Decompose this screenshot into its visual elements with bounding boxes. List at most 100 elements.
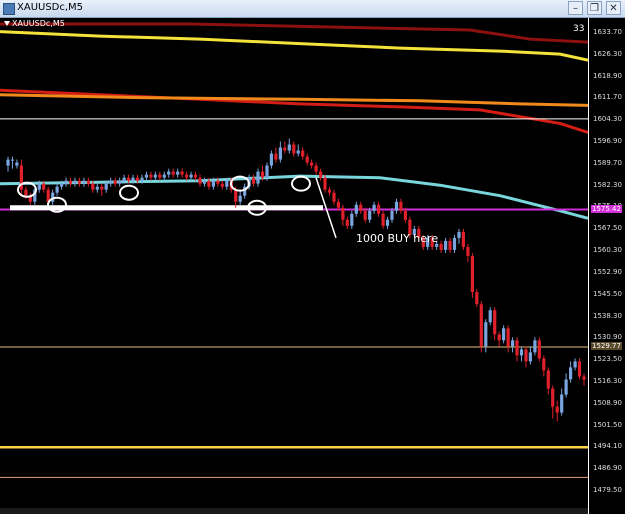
candle-body xyxy=(332,192,336,202)
candle-body xyxy=(296,150,300,154)
price-tick-label: 1545.50 xyxy=(593,289,622,298)
candle-body xyxy=(390,210,394,220)
candle-body xyxy=(359,204,363,211)
candle-body xyxy=(144,174,148,178)
chart-symbol-text: XAUUSDc,M5 xyxy=(12,19,65,28)
candle-body xyxy=(287,144,291,151)
price-tick-label: 1604.30 xyxy=(593,115,622,124)
candle-body xyxy=(444,240,448,250)
marker-circle-5 xyxy=(291,175,311,192)
candle-body xyxy=(55,186,59,193)
candle-body xyxy=(180,171,184,175)
candle-body xyxy=(385,219,390,226)
candle-body xyxy=(10,159,15,161)
candle-body xyxy=(153,174,157,178)
candle-body xyxy=(220,183,224,187)
price-tick-label: 1589.70 xyxy=(593,158,622,167)
candle-body xyxy=(327,189,332,193)
candle-body xyxy=(310,162,314,166)
collapse-triangle-icon xyxy=(4,21,10,26)
candle-body xyxy=(399,201,403,211)
candle-body xyxy=(350,213,354,226)
candle-body xyxy=(193,174,198,178)
candle-body xyxy=(171,171,175,175)
candle-body xyxy=(6,159,10,166)
candle-body xyxy=(211,180,215,187)
candle-body xyxy=(189,174,193,178)
time-scrollbar[interactable] xyxy=(0,508,588,514)
candle-body xyxy=(225,180,229,187)
candle-body xyxy=(292,144,296,154)
candle-body xyxy=(403,210,407,220)
candle-body xyxy=(252,177,256,184)
candle-body xyxy=(149,174,153,178)
candle-body xyxy=(122,177,126,181)
candle-body xyxy=(95,186,99,190)
candle-body xyxy=(577,361,582,377)
candle-body xyxy=(127,177,131,181)
candle-body xyxy=(176,171,180,175)
moving-average-0 xyxy=(0,22,588,44)
candle-body xyxy=(484,322,488,347)
candle-body xyxy=(283,147,287,151)
candle-body xyxy=(104,183,108,190)
candle-body xyxy=(109,180,113,184)
candle-body xyxy=(533,340,537,353)
candle-body xyxy=(381,213,385,226)
candle-body xyxy=(363,210,367,220)
price-tick-label: 1633.70 xyxy=(593,28,622,36)
candle-body xyxy=(234,189,238,202)
candle-body xyxy=(511,340,515,347)
candle-body xyxy=(185,174,189,178)
candle-body xyxy=(569,367,573,380)
candle-body xyxy=(323,177,327,190)
candle-body xyxy=(564,379,568,395)
candle-body xyxy=(158,174,162,178)
candle-body xyxy=(68,180,73,184)
price-tick-label: 1523.50 xyxy=(593,355,622,364)
candle-body xyxy=(238,195,242,202)
candle-body xyxy=(118,180,122,184)
candle-body xyxy=(216,180,220,184)
candle-body xyxy=(372,204,376,211)
candle-body xyxy=(466,246,470,256)
level-price-badge: 1529.77 xyxy=(591,342,622,351)
candle-body xyxy=(60,183,64,187)
close-button[interactable]: ✕ xyxy=(606,1,621,15)
candle-body xyxy=(573,361,577,368)
price-axis[interactable]: 1633.70 1626.30 1618.90 1611.70 1604.30 1596.… xyxy=(588,18,625,514)
candle-body xyxy=(341,207,345,220)
candle-body xyxy=(135,177,140,181)
candle-body xyxy=(368,210,372,220)
candle-body xyxy=(37,183,41,190)
candle-body xyxy=(524,349,528,362)
price-tick-label: 1618.90 xyxy=(593,71,622,80)
candle-body xyxy=(42,183,46,190)
candle-body xyxy=(265,165,269,178)
price-chart[interactable] xyxy=(0,0,588,514)
candle-body xyxy=(394,201,399,211)
candle-body xyxy=(24,189,28,196)
candle-body xyxy=(515,340,519,356)
price-tick-label: 1538.30 xyxy=(593,311,622,320)
candle-body xyxy=(439,243,443,250)
price-tick-label: 1479.50 xyxy=(593,486,622,494)
candle-body xyxy=(15,162,19,166)
restore-button[interactable]: ❐ xyxy=(587,1,602,15)
candle-body xyxy=(493,310,497,335)
candle-body xyxy=(100,186,104,190)
candle-body xyxy=(506,328,510,347)
candle-body xyxy=(113,180,117,184)
candle-body xyxy=(269,153,273,166)
price-tick-label: 1494.10 xyxy=(593,442,622,451)
candle-body xyxy=(319,171,323,178)
candle-body xyxy=(546,370,550,389)
candle-body xyxy=(377,204,381,214)
price-tick-label: 1582.30 xyxy=(593,180,622,189)
price-tick-label: 1508.90 xyxy=(593,398,622,407)
candle-body xyxy=(314,165,318,172)
candle-body xyxy=(560,394,564,413)
candle-body xyxy=(470,256,474,293)
candle-body xyxy=(77,180,81,184)
candle-body xyxy=(354,204,358,214)
